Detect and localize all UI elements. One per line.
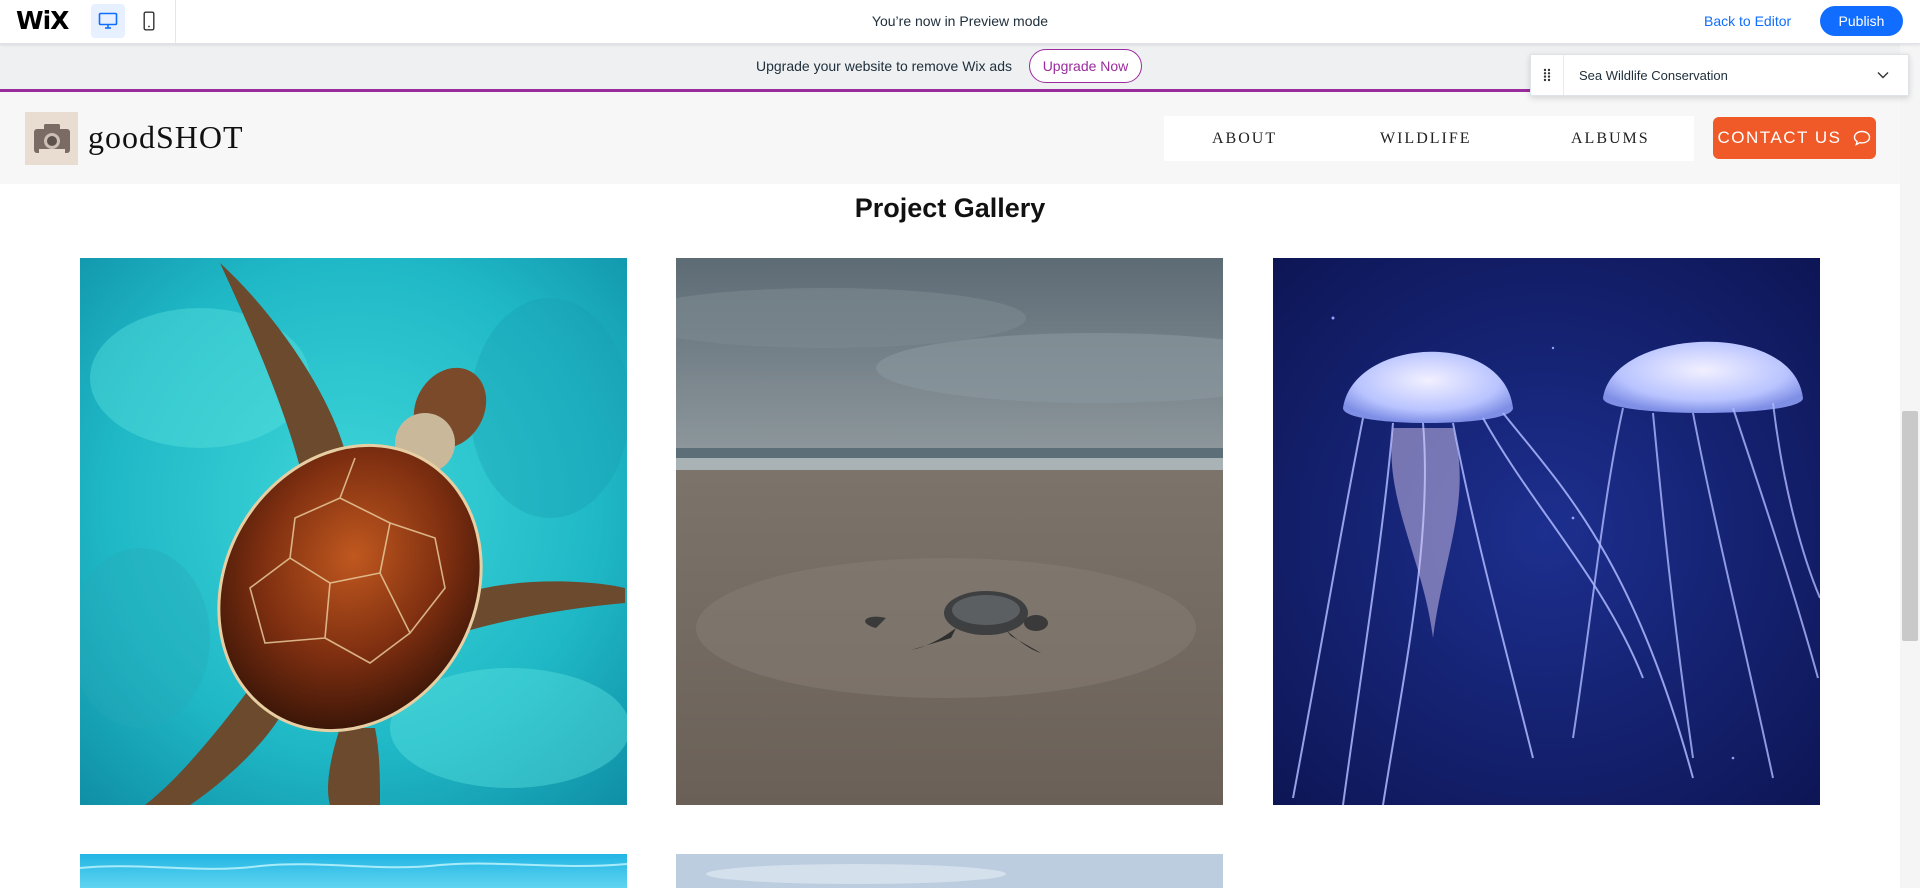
gallery-title: Project Gallery [854,193,1046,223]
gallery-image-sky[interactable] [676,854,1223,888]
chevron-down-icon[interactable] [1876,68,1890,82]
upgrade-message: Upgrade your website to remove Wix ads [756,58,1012,74]
scrollbar-thumb[interactable] [1902,411,1918,641]
site-logo[interactable] [25,112,78,165]
drag-handle[interactable] [1531,55,1564,95]
chat-bubble-icon [1854,130,1871,146]
nav-item-albums[interactable]: ALBUMS [1571,130,1650,148]
upgrade-now-button[interactable]: Upgrade Now [1029,49,1142,83]
drag-handle-icon [1543,68,1551,82]
page-selector[interactable]: Sea Wildlife Conservation [1530,54,1909,96]
site-nav: ABOUT WILDLIFE ALBUMS [1164,116,1694,161]
preview-mode-message: You’re now in Preview mode [871,13,1049,29]
page-selector-value[interactable]: Sea Wildlife Conservation [1579,68,1728,83]
contact-us-label: CONTACT US [1717,128,1842,147]
nav-item-about[interactable]: ABOUT [1212,130,1277,148]
camera-logo-icon [33,123,70,153]
nav-item-wildlife[interactable]: WILDLIFE [1380,130,1472,148]
publish-button[interactable]: Publish [1820,6,1903,36]
wix-preview-bar: WiX You’re now in Preview mode Back to E… [0,0,1920,44]
gallery-image-sea-turtle[interactable] [80,258,627,805]
gallery-image-ocean-water[interactable] [80,854,627,888]
site-header: goodSHOT ABOUT WILDLIFE ALBUMS CONTACT U… [0,92,1900,184]
site-name[interactable]: goodSHOT [88,119,244,156]
gallery-image-baby-turtle[interactable] [676,258,1223,805]
back-to-editor-link[interactable]: Back to Editor [1704,13,1791,29]
contact-us-button[interactable]: CONTACT US [1713,117,1876,159]
gallery-image-jellyfish[interactable] [1273,258,1820,805]
